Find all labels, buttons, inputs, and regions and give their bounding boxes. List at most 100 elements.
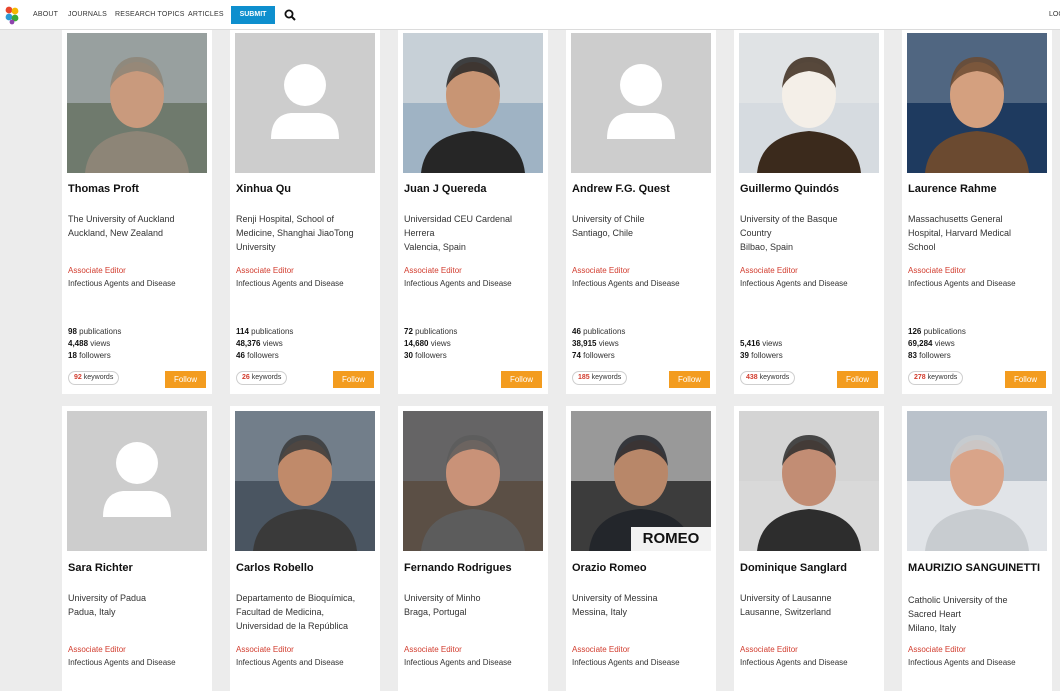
avatar[interactable]: ROMEO [571,411,711,551]
editor-specialty[interactable]: Infectious Agents and Disease [740,658,848,667]
avatar-placeholder-icon[interactable] [571,33,711,173]
editor-name[interactable]: Andrew F.G. Quest [572,183,712,196]
editor-specialty[interactable]: Infectious Agents and Disease [740,279,848,288]
editor-name[interactable]: Sara Richter [68,562,208,575]
publications-stat: 114 publications [236,327,294,336]
editor-affiliation: University of Chile Santiago, Chile [572,212,714,240]
follow-button[interactable]: Follow [333,371,374,388]
affiliation-line: Hospital, Harvard Medical [908,228,1012,238]
avatar-placeholder-icon[interactable] [235,33,375,173]
editor-card: Thomas Proft The University of Auckland Au… [62,30,212,394]
editor-specialty[interactable]: Infectious Agents and Disease [572,658,680,667]
affiliation-line: Facultad de Medicina, [236,607,325,617]
avatar[interactable] [403,411,543,551]
editor-name[interactable]: Xinhua Qu [236,183,376,196]
editor-name[interactable]: Fernando Rodrigues [404,562,544,575]
editor-name[interactable]: Dominique Sanglard [740,562,880,575]
editor-name[interactable]: Juan J Quereda [404,183,544,196]
editor-card: Sara Richter University of Padua Padua, It… [62,406,212,691]
affiliation-line: University of Chile [572,214,645,224]
followers-stat: 46 followers [236,351,279,360]
editor-name[interactable]: MAURIZIO SANGUINETTI [908,562,1048,575]
login-link[interactable]: LOGIN [1049,11,1060,18]
affiliation-line: Braga, Portugal [404,607,467,617]
editor-specialty[interactable]: Infectious Agents and Disease [236,658,344,667]
search-icon[interactable] [284,9,296,21]
avatar[interactable] [67,33,207,173]
editor-affiliation: The University of Auckland Auckland, New … [68,212,210,240]
publications-stat: 98 publications [68,327,122,336]
affiliation-line: The University of Auckland [68,214,175,224]
followers-stat: 30 followers [404,351,447,360]
editor-affiliation: University of Minho Braga, Portugal [404,591,546,619]
keywords-pill[interactable]: 438 keywords [740,371,796,385]
editor-affiliation: University of the Basque Country Bilbao, S… [740,212,882,254]
nav-about[interactable]: ABOUT [33,11,58,18]
editor-card: Fernando Rodrigues University of Minho Bra… [398,406,548,691]
followers-stat: 74 followers [572,351,615,360]
editor-specialty[interactable]: Infectious Agents and Disease [68,279,176,288]
avatar[interactable] [907,411,1047,551]
submit-button[interactable]: SUBMIT [231,6,275,24]
followers-stat: 83 followers [908,351,951,360]
affiliation-line: Sacred Heart [908,609,962,619]
affiliation-line: Medicine, Shanghai JiaoTong [236,228,354,238]
views-stat: 14,680 views [404,339,451,348]
affiliation-line: Universidad CEU Cardenal [404,214,513,224]
editor-specialty[interactable]: Infectious Agents and Disease [404,658,512,667]
follow-button[interactable]: Follow [165,371,206,388]
nav-research-topics[interactable]: RESEARCH TOPICS [115,11,185,18]
avatar[interactable] [403,33,543,173]
editor-stats: 5,416 views 39 followers [740,326,783,362]
avatar[interactable] [739,411,879,551]
top-navigation-bar: ABOUT JOURNALS RESEARCH TOPICS ARTICLES … [0,0,1060,30]
avatar[interactable] [907,33,1047,173]
avatar[interactable] [235,411,375,551]
keywords-pill[interactable]: 278 keywords [908,371,964,385]
editor-role: Associate Editor [404,266,462,275]
editor-affiliation: Massachusetts General Hospital, Harvard M… [908,212,1050,254]
editor-specialty[interactable]: Infectious Agents and Disease [236,279,344,288]
nav-journals[interactable]: JOURNALS [68,11,107,18]
editor-card: Andrew F.G. Quest University of Chile Sant… [566,30,716,394]
editor-name[interactable]: Laurence Rahme [908,183,1048,196]
editor-role: Associate Editor [236,645,294,654]
affiliation-line: School [908,242,936,252]
editor-affiliation: University of Padua Padua, Italy [68,591,210,619]
keywords-pill[interactable]: 26 keywords [236,371,288,385]
views-stat: 69,284 views [908,339,955,348]
affiliation-line: University of Padua [68,593,147,603]
editor-name[interactable]: Carlos Robello [236,562,376,575]
affiliation-line: University [236,242,276,252]
editor-stats: 114 publications 48,376 views 46 followers [236,326,293,362]
editor-stats: 98 publications 4,488 views 18 followers [68,326,121,362]
follow-button[interactable]: Follow [501,371,542,388]
follow-button[interactable]: Follow [669,371,710,388]
editor-specialty[interactable]: Infectious Agents and Disease [572,279,680,288]
keywords-pill[interactable]: 185 keywords [572,371,628,385]
editor-specialty[interactable]: Infectious Agents and Disease [404,279,512,288]
views-stat: 4,488 views [68,339,111,348]
editor-specialty[interactable]: Infectious Agents and Disease [908,658,1016,667]
keywords-pill[interactable]: 92 keywords [68,371,120,385]
editor-specialty[interactable]: Infectious Agents and Disease [908,279,1016,288]
nav-articles[interactable]: ARTICLES [188,11,224,18]
editor-affiliation: Catholic University of the Sacred Heart Mi… [908,593,1050,635]
affiliation-line: University of Lausanne [740,593,832,603]
avatar[interactable] [739,33,879,173]
follow-button[interactable]: Follow [1005,371,1046,388]
editor-name[interactable]: Thomas Proft [68,183,208,196]
frontiers-logo-icon[interactable] [4,5,20,25]
affiliation-line: Auckland, New Zealand [68,228,164,238]
followers-stat: 18 followers [68,351,111,360]
follow-button[interactable]: Follow [837,371,878,388]
editor-role: Associate Editor [404,645,462,654]
editor-card: ROMEO Orazio Romeo University of Messina Me… [566,406,716,691]
affiliation-line: Departamento de Bioquímica, [236,593,356,603]
editor-name[interactable]: Guillermo Quindós [740,183,880,196]
avatar-placeholder-icon[interactable] [67,411,207,551]
editor-affiliation: University of Messina Messina, Italy [572,591,714,619]
editor-name[interactable]: Orazio Romeo [572,562,712,575]
editor-specialty[interactable]: Infectious Agents and Disease [68,658,176,667]
publications-stat: 126 publications [908,327,966,336]
